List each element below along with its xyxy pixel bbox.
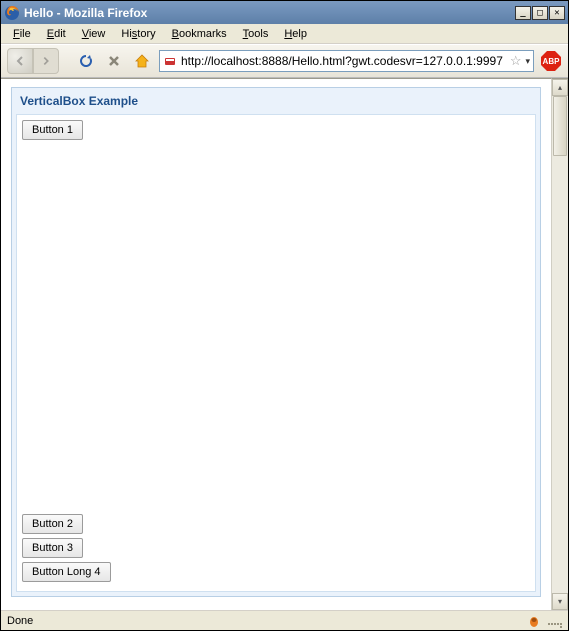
resize-grip[interactable]: [548, 614, 562, 628]
menu-tools[interactable]: Tools: [235, 26, 277, 42]
url-dropdown-icon[interactable]: ▾: [525, 56, 530, 67]
firefox-icon: [4, 5, 20, 21]
arrow-left-icon: [13, 54, 27, 68]
abp-icon: ABP: [541, 51, 561, 71]
menu-history[interactable]: History: [113, 26, 163, 42]
button-long-4[interactable]: Button Long 4: [22, 562, 111, 582]
scroll-thumb[interactable]: [553, 96, 567, 156]
maximize-button[interactable]: □: [532, 6, 548, 20]
button-1[interactable]: Button 1: [22, 120, 83, 140]
button-3[interactable]: Button 3: [22, 538, 83, 558]
minimize-button[interactable]: _: [515, 6, 531, 20]
stop-icon: [107, 54, 121, 68]
statusbar: Done: [1, 610, 568, 630]
menu-bookmarks[interactable]: Bookmarks: [164, 26, 235, 42]
button-2[interactable]: Button 2: [22, 514, 83, 534]
panel-title: VerticalBox Example: [12, 88, 540, 114]
titlebar: Hello - Mozilla Firefox _ □ ✕: [1, 1, 568, 24]
stop-button[interactable]: [103, 50, 125, 72]
scroll-down-button[interactable]: ▾: [552, 593, 568, 610]
reload-button[interactable]: [75, 50, 97, 72]
bookmark-star-icon[interactable]: ☆: [510, 53, 522, 69]
content-viewport: VerticalBox Example Button 1 Button 2 Bu…: [1, 78, 551, 610]
close-button[interactable]: ✕: [549, 6, 565, 20]
home-button[interactable]: [131, 50, 153, 72]
menu-edit[interactable]: Edit: [39, 26, 74, 42]
site-favicon-icon: [163, 54, 177, 68]
status-text: Done: [7, 615, 526, 627]
menu-file[interactable]: File: [5, 26, 39, 42]
back-button[interactable]: [7, 48, 33, 74]
abp-button[interactable]: ABP: [540, 50, 562, 72]
forward-button[interactable]: [33, 48, 59, 74]
window-title: Hello - Mozilla Firefox: [24, 6, 514, 20]
menubar: File Edit View History Bookmarks Tools H…: [1, 24, 568, 44]
scroll-up-button[interactable]: ▴: [552, 79, 568, 96]
menu-view[interactable]: View: [74, 26, 114, 42]
home-icon: [134, 53, 150, 69]
menu-help[interactable]: Help: [276, 26, 315, 42]
toolbar: ☆ ▾ ABP: [1, 44, 568, 78]
scroll-track[interactable]: [552, 96, 568, 593]
url-bar[interactable]: ☆ ▾: [159, 50, 534, 72]
panel-body: Button 1 Button 2 Button 3 Button Long 4: [16, 114, 536, 592]
verticalbox-panel: VerticalBox Example Button 1 Button 2 Bu…: [11, 87, 541, 597]
vertical-scrollbar[interactable]: ▴ ▾: [551, 78, 568, 610]
firebug-icon[interactable]: [526, 613, 542, 629]
arrow-right-icon: [40, 55, 52, 67]
reload-icon: [78, 53, 94, 69]
url-input[interactable]: [181, 54, 506, 68]
